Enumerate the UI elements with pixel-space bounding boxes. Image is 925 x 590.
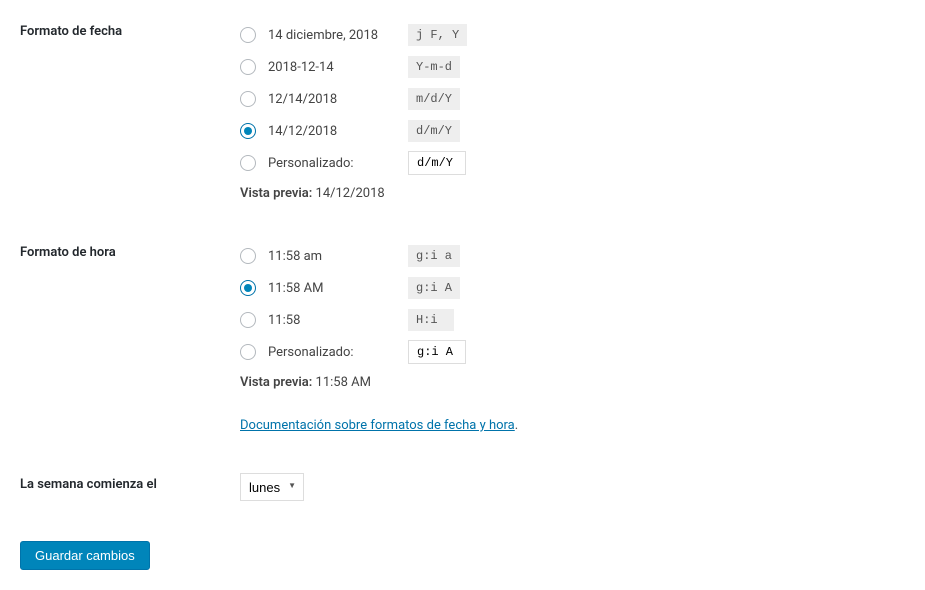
date-display-3: 14/12/2018: [268, 124, 408, 139]
time-preview: Vista previa: 11:58 AM: [240, 375, 905, 390]
date-code-3: d/m/Y: [408, 120, 460, 142]
time-custom-label: Personalizado:: [268, 345, 408, 360]
time-display-2: 11:58: [268, 313, 408, 328]
time-radio-1[interactable]: [240, 280, 256, 296]
date-radio-3[interactable]: [240, 123, 256, 139]
date-option-2: 12/14/2018 m/d/Y: [240, 84, 905, 114]
date-radio-2[interactable]: [240, 91, 256, 107]
time-code-0: g:i a: [408, 245, 460, 267]
time-code-1: g:i A: [408, 277, 460, 299]
time-option-0: 11:58 am g:i a: [240, 241, 905, 271]
time-code-2: H:i: [408, 309, 454, 331]
week-start-select-wrap: lunes: [240, 473, 304, 501]
time-format-row: Formato de hora 11:58 am g:i a 11:58 AM …: [20, 241, 905, 433]
date-display-0: 14 diciembre, 2018: [268, 28, 408, 43]
time-radio-0[interactable]: [240, 248, 256, 264]
date-option-custom: Personalizado:: [240, 148, 905, 178]
time-custom-input[interactable]: [408, 340, 466, 364]
week-start-row: La semana comienza el lunes: [20, 473, 905, 501]
week-start-select[interactable]: lunes: [240, 473, 304, 501]
time-format-content: 11:58 am g:i a 11:58 AM g:i A 11:58 H:i …: [240, 241, 905, 433]
date-option-1: 2018-12-14 Y-m-d: [240, 52, 905, 82]
date-code-1: Y-m-d: [408, 56, 460, 78]
date-format-row: Formato de fecha 14 diciembre, 2018 j F,…: [20, 20, 905, 201]
date-option-3: 14/12/2018 d/m/Y: [240, 116, 905, 146]
date-format-label: Formato de fecha: [20, 20, 240, 201]
time-preview-value: 11:58 AM: [316, 375, 371, 390]
date-radio-custom[interactable]: [240, 155, 256, 171]
date-code-0: j F, Y: [408, 24, 467, 46]
documentation-link[interactable]: Documentación sobre formatos de fecha y …: [240, 418, 515, 433]
date-radio-0[interactable]: [240, 27, 256, 43]
time-display-1: 11:58 AM: [268, 281, 408, 296]
date-radio-1[interactable]: [240, 59, 256, 75]
date-format-content: 14 diciembre, 2018 j F, Y 2018-12-14 Y-m…: [240, 20, 905, 201]
time-radio-2[interactable]: [240, 312, 256, 328]
date-option-0: 14 diciembre, 2018 j F, Y: [240, 20, 905, 50]
time-option-1: 11:58 AM g:i A: [240, 273, 905, 303]
time-display-0: 11:58 am: [268, 249, 408, 264]
date-display-1: 2018-12-14: [268, 60, 408, 75]
save-button[interactable]: Guardar cambios: [20, 541, 150, 570]
time-preview-label: Vista previa:: [240, 375, 312, 390]
date-code-2: m/d/Y: [408, 88, 460, 110]
time-format-label: Formato de hora: [20, 241, 240, 433]
doc-link-period: .: [515, 418, 518, 433]
time-option-custom: Personalizado:: [240, 337, 905, 367]
time-radio-custom[interactable]: [240, 344, 256, 360]
week-start-label: La semana comienza el: [20, 473, 240, 501]
date-preview-value: 14/12/2018: [316, 186, 385, 201]
time-option-2: 11:58 H:i: [240, 305, 905, 335]
week-start-content: lunes: [240, 473, 905, 501]
date-custom-label: Personalizado:: [268, 156, 408, 171]
date-custom-input[interactable]: [408, 151, 466, 175]
date-preview: Vista previa: 14/12/2018: [240, 186, 905, 201]
date-display-2: 12/14/2018: [268, 92, 408, 107]
date-preview-label: Vista previa:: [240, 186, 312, 201]
